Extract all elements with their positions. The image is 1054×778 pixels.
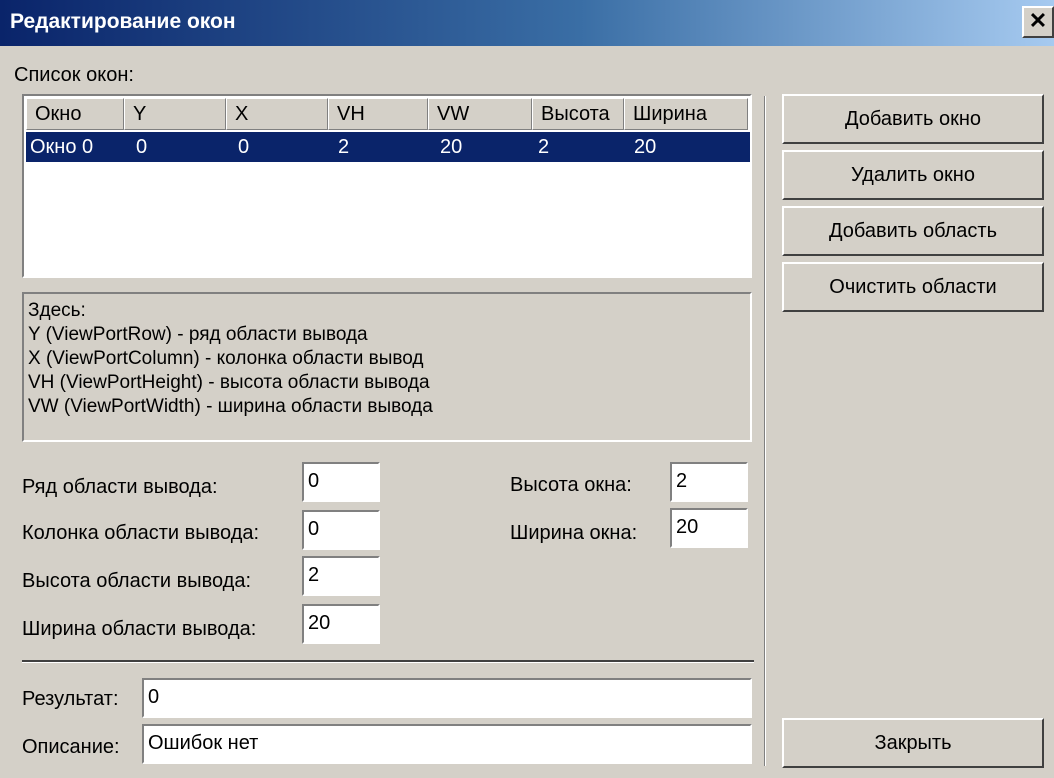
viewport-column-label: Колонка области вывода: — [22, 522, 260, 544]
column-header-vw[interactable]: VW — [428, 98, 532, 130]
cell-vw: 20 — [440, 136, 463, 158]
window-width-label: Ширина окна: — [510, 522, 638, 544]
column-header-window[interactable]: Окно — [26, 98, 124, 130]
help-line: Y (ViewPortRow) - ряд области вывода — [28, 324, 368, 345]
close-window-button[interactable]: ✕ — [1022, 6, 1054, 38]
cell-height: 2 — [538, 136, 550, 158]
result-label: Результат: — [22, 688, 119, 710]
cell-window: Окно 0 — [30, 136, 94, 158]
help-line: X (ViewPortColumn) - колонка области выв… — [28, 348, 424, 369]
column-header-y[interactable]: Y — [124, 98, 226, 130]
viewport-height-label: Высота области вывода: — [22, 570, 252, 592]
viewport-width-label: Ширина области вывода: — [22, 618, 257, 640]
delete-window-button[interactable]: Удалить окно — [782, 150, 1044, 200]
add-window-button[interactable]: Добавить окно — [782, 94, 1044, 144]
cell-x: 0 — [238, 136, 250, 158]
close-icon: ✕ — [1028, 8, 1048, 33]
description-field[interactable]: Ошибок нет — [142, 724, 752, 764]
window-list-label: Список окон: — [14, 64, 134, 86]
title-bar: Редактирование окон ✕ — [0, 0, 1054, 46]
viewport-height-input[interactable]: 2 — [302, 556, 380, 596]
column-header-vh[interactable]: VH — [328, 98, 428, 130]
column-header-height[interactable]: Высота — [532, 98, 624, 130]
viewport-row-label: Ряд области вывода: — [22, 476, 218, 498]
window-width-input[interactable]: 20 — [670, 508, 748, 548]
window-height-label: Высота окна: — [510, 474, 632, 496]
separator-highlight — [22, 662, 754, 663]
result-field[interactable]: 0 — [142, 678, 752, 718]
window-list[interactable]: Окно Y X VH VW Высота Ширина Окно 0 0 0 … — [22, 94, 752, 278]
help-box: Здесь: Y (ViewPortRow) - ряд области выв… — [22, 292, 752, 442]
cell-y: 0 — [136, 136, 148, 158]
viewport-column-input[interactable]: 0 — [302, 510, 380, 550]
help-line: VH (ViewPortHeight) - высота области выв… — [28, 372, 430, 393]
viewport-width-input[interactable]: 20 — [302, 604, 380, 644]
window-title: Редактирование окон — [10, 10, 236, 33]
add-area-button[interactable]: Добавить область — [782, 206, 1044, 256]
viewport-row-input[interactable]: 0 — [302, 462, 380, 502]
description-label: Описание: — [22, 736, 120, 758]
column-header-x[interactable]: X — [226, 98, 328, 130]
close-button[interactable]: Закрыть — [782, 718, 1044, 768]
help-line: VW (ViewPortWidth) - ширина области выво… — [28, 396, 433, 417]
cell-width: 20 — [634, 136, 657, 158]
help-line: Здесь: — [28, 300, 86, 321]
table-row[interactable]: Окно 0 0 0 2 20 2 20 — [26, 132, 750, 162]
vertical-separator-highlight — [765, 96, 766, 766]
cell-vh: 2 — [338, 136, 350, 158]
column-header-width[interactable]: Ширина — [624, 98, 748, 130]
clear-areas-button[interactable]: Очистить области — [782, 262, 1044, 312]
window-list-header: Окно Y X VH VW Высота Ширина — [26, 98, 750, 130]
window-height-input[interactable]: 2 — [670, 462, 748, 502]
